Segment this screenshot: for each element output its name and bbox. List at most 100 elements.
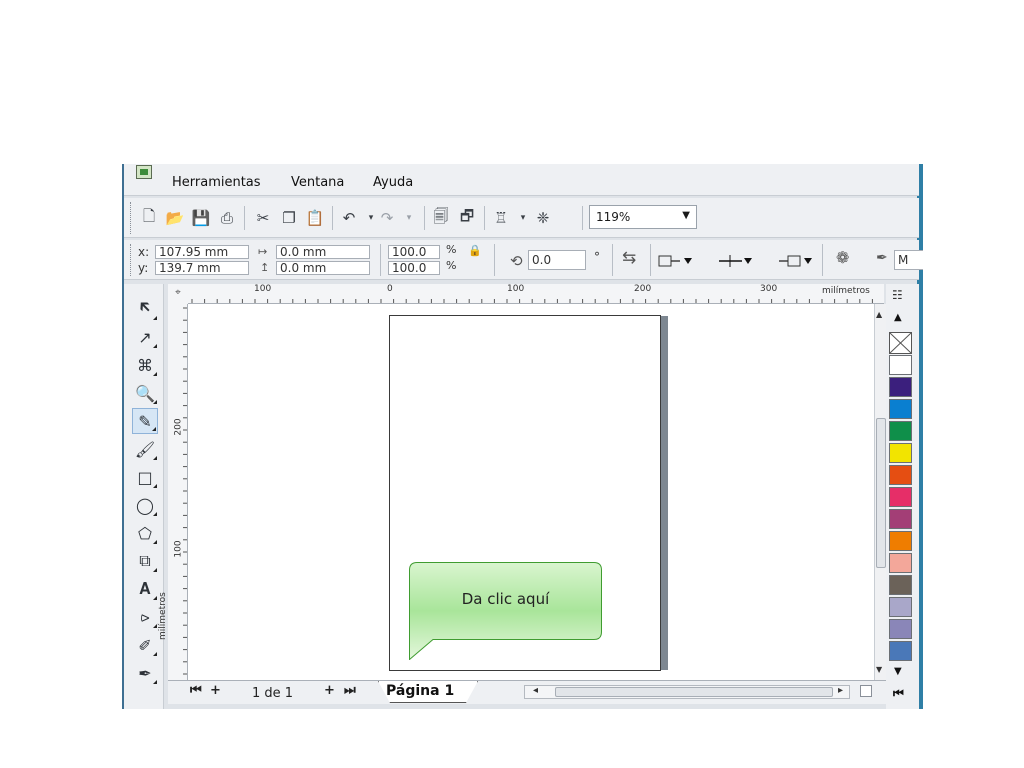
last-page-icon[interactable]: ⏭ [344, 683, 356, 698]
vertical-scroll-thumb[interactable] [876, 418, 886, 568]
launcher-dropdown-icon[interactable]: ▾ [512, 207, 534, 229]
undo-icon[interactable]: ↶ [338, 207, 360, 229]
new-document-icon[interactable]: 🗋 [138, 207, 160, 229]
menu-bar: Herramientas Ventana Ayuda [124, 164, 919, 196]
horizontal-scroll-thumb[interactable] [555, 687, 833, 697]
ruler-origin-icon[interactable]: ⌖ [168, 284, 188, 304]
page-count: 1 de 1 [252, 686, 294, 701]
color-swatch[interactable] [889, 487, 912, 507]
color-swatch[interactable] [889, 597, 912, 617]
horizontal-ruler[interactable] [188, 284, 884, 304]
x-label: x: [138, 245, 150, 259]
print-icon[interactable]: ⎙ [216, 207, 238, 229]
export-icon[interactable]: 🗗 [456, 207, 478, 229]
propbar-separator [380, 244, 381, 276]
scale-x-field[interactable]: 100.0 [388, 245, 440, 259]
cut-icon[interactable]: ✂ [252, 207, 274, 229]
freehand-tool-icon[interactable]: ✎ [132, 408, 158, 434]
vertical-scrollbar[interactable]: ▲ ▼ [874, 304, 886, 680]
ruler-h-label: 100 [507, 284, 525, 294]
propbar-grip[interactable] [130, 244, 133, 276]
eyedropper-tool-icon[interactable]: ✐ [132, 632, 158, 658]
scroll-right-icon[interactable]: ▸ [838, 685, 843, 696]
text-tool-icon[interactable]: 𝐀 [132, 576, 158, 602]
open-icon[interactable]: 📂 [164, 207, 186, 229]
first-page-icon[interactable]: ⏮ [190, 683, 202, 698]
zoom-tool-icon[interactable]: 🔍 [132, 380, 158, 406]
property-bar: x: y: 107.95 mm 139.7 mm ↦ ↥ 0.0 mm 0.0 … [124, 240, 923, 280]
import-icon[interactable]: 🗐 [430, 207, 452, 229]
color-swatch[interactable] [889, 509, 912, 529]
palette-expand-icon[interactable]: ⏮ [893, 686, 904, 701]
add-page-before-icon[interactable]: + [210, 683, 221, 698]
menu-ayuda[interactable]: Ayuda [373, 175, 413, 190]
palette-options-icon[interactable]: ☷ [892, 288, 903, 302]
welcome-screen-icon[interactable]: ❈ [532, 207, 554, 229]
end-arrowhead-icon[interactable] [778, 254, 814, 268]
color-swatch[interactable] [889, 641, 912, 661]
scroll-up-icon[interactable]: ▲ [876, 310, 882, 319]
rectangle-tool-icon[interactable]: □ [132, 464, 158, 490]
horizontal-scrollbar[interactable]: ◂ ▸ [524, 685, 850, 699]
redo-icon[interactable]: ↷ [376, 207, 398, 229]
polygon-tool-icon[interactable]: ⬠ [132, 520, 158, 546]
mirror-icon[interactable]: ⇆ [622, 248, 636, 268]
palette-scroll-up-icon[interactable]: ▲ [894, 312, 902, 323]
pick-tool-icon[interactable]: 🡴 [132, 296, 158, 322]
height-icon: ↥ [260, 261, 270, 274]
start-arrowhead-icon[interactable] [658, 254, 694, 268]
menu-herramientas[interactable]: Herramientas [172, 175, 261, 190]
percent-y-label: % [446, 259, 457, 272]
convert-to-curves-icon[interactable]: ❁ [836, 248, 849, 267]
interactive-blend-tool-icon[interactable]: ⪧ [132, 604, 158, 630]
outline-tool-icon[interactable]: ✒ [132, 660, 158, 686]
lock-ratio-icon[interactable]: 🔒 [468, 244, 482, 257]
copy-icon[interactable]: ❐ [278, 207, 300, 229]
menu-ventana[interactable]: Ventana [291, 175, 344, 190]
zoom-level-select[interactable]: 119% ▼ [589, 205, 697, 229]
color-swatch[interactable] [889, 355, 912, 375]
color-swatch[interactable] [889, 377, 912, 397]
width-field[interactable]: 0.0 mm [276, 245, 370, 259]
color-swatch[interactable] [889, 399, 912, 419]
color-swatch[interactable] [889, 553, 912, 573]
x-position-field[interactable]: 107.95 mm [155, 245, 249, 259]
callout-text: Da clic aquí [461, 590, 550, 608]
scroll-down-icon[interactable]: ▼ [876, 665, 882, 674]
callout-shape [409, 562, 602, 660]
view-toggle-checkbox[interactable] [860, 685, 872, 697]
height-field[interactable]: 0.0 mm [276, 261, 370, 275]
color-swatch[interactable] [889, 443, 912, 463]
vertical-ruler[interactable] [168, 304, 188, 686]
application-launcher-icon[interactable]: ♖ [490, 207, 512, 229]
line-style-icon[interactable] [718, 254, 754, 268]
propbar-separator [612, 244, 613, 276]
scale-y-field[interactable]: 100.0 [388, 261, 440, 275]
toolbar-grip[interactable] [130, 202, 133, 234]
smart-fill-tool-icon[interactable]: 🖌 [132, 436, 158, 462]
color-swatch[interactable] [889, 421, 912, 441]
y-position-field[interactable]: 139.7 mm [155, 261, 249, 275]
add-page-after-icon[interactable]: + [324, 683, 335, 698]
color-swatch[interactable] [889, 619, 912, 639]
basic-shapes-tool-icon[interactable]: ⧉ [132, 548, 158, 574]
crop-tool-icon[interactable]: ⌘ [132, 352, 158, 378]
no-color-swatch-icon[interactable] [889, 332, 912, 354]
font-field[interactable]: M [894, 250, 923, 270]
outline-pen-icon[interactable]: ✒ [876, 250, 888, 266]
document-icon[interactable] [136, 165, 152, 179]
color-swatch[interactable] [889, 575, 912, 595]
color-swatch[interactable] [889, 465, 912, 485]
palette-scroll-down-icon[interactable]: ▼ [894, 666, 902, 677]
color-swatch[interactable] [889, 531, 912, 551]
save-icon[interactable]: 💾 [190, 207, 212, 229]
callout-bubble[interactable]: Da clic aquí [409, 562, 602, 660]
shape-tool-icon[interactable]: ↗ [132, 324, 158, 350]
drawing-canvas[interactable]: Da clic aquí [188, 304, 874, 680]
ellipse-tool-icon[interactable]: ◯ [132, 492, 158, 518]
rotation-angle-field[interactable]: 0.0 [528, 250, 586, 270]
scroll-left-icon[interactable]: ◂ [533, 685, 538, 696]
toolbar-separator [332, 206, 333, 230]
paste-icon[interactable]: 📋 [304, 207, 326, 229]
redo-dropdown-icon[interactable]: ▾ [398, 207, 420, 229]
